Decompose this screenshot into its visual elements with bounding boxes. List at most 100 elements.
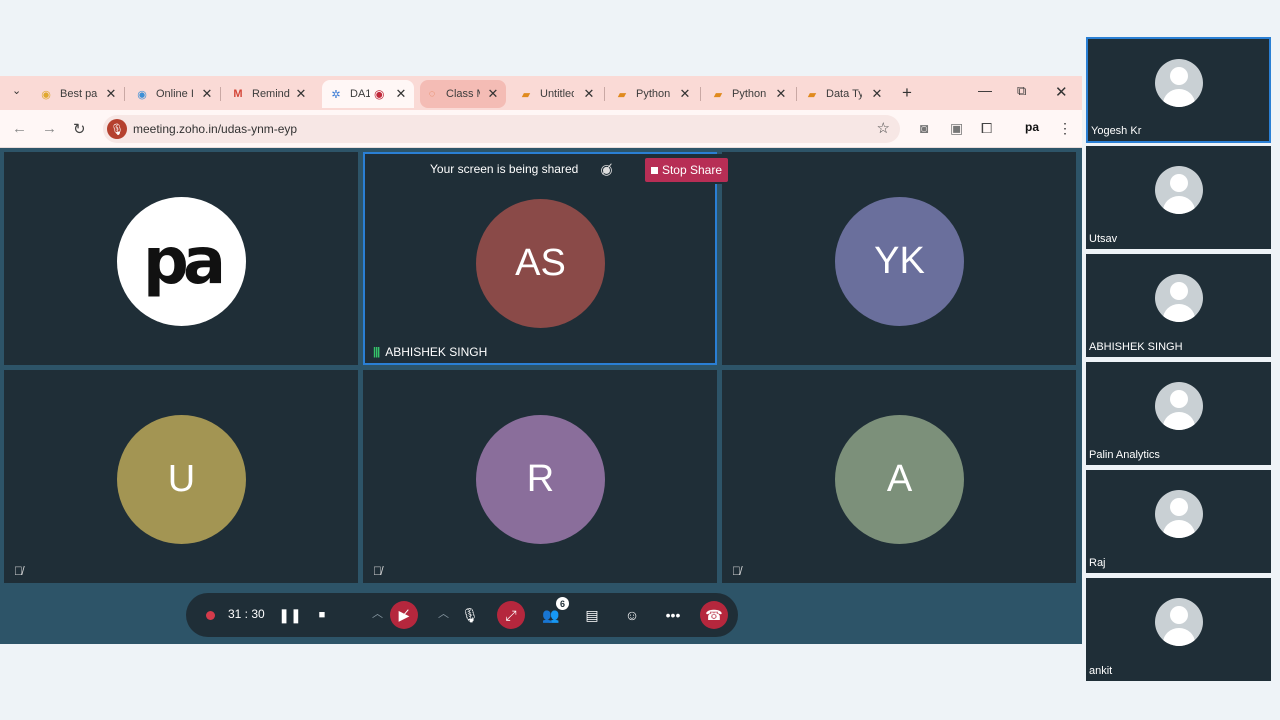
recording-timer: 31 : 30 [228,607,265,621]
leave-call-button[interactable]: ☎ [700,601,728,629]
recording-dot-icon [206,611,215,620]
loading-icon: ◌ [428,88,436,100]
hide-eye-icon[interactable]: ◉̸ [600,161,612,178]
restore-icon[interactable]: ⧉ [1017,83,1026,99]
tab-2[interactable]: ◉ Online I ✕ [136,80,214,108]
close-icon[interactable]: ✕ [582,86,596,102]
tab-title: Online I [156,88,194,100]
close-icon[interactable]: ✕ [870,86,884,102]
microphone-button[interactable]: 🎙 [456,601,484,629]
extensions-icon[interactable]: ⧠ [981,120,992,137]
tab-9[interactable]: ▰ Data Ty ✕ [806,80,884,108]
camera-icon[interactable]: ◙ [920,120,928,136]
tab-5[interactable]: ◌ Class M ✕ [420,80,506,108]
microphone-in-use-icon[interactable]: 🎙 [107,119,127,139]
reactions-button[interactable]: ☺ [618,601,646,629]
tab-search-chevron-icon[interactable]: ⌄ [12,84,21,97]
tab-8[interactable]: ▰ PythonF ✕ [712,80,788,108]
tab-1[interactable]: ◉ Best pa ✕ [40,80,118,108]
participant-name: ABHISHEK SINGH [385,345,488,359]
meeting-control-bar: 31 : 30 ❚❚ ■ ︿ ▶̸ ︿ 🎙 ⤢ 👥 6 ▤ ☺ ••• ☎ [186,593,738,637]
gmail-icon: M [233,88,243,100]
url-text[interactable]: meeting.zoho.in/udas-ynm-eyp [133,122,297,136]
avatar: U [117,415,246,544]
mic-muted-icon: 🎙̸ [373,564,382,578]
notebook-icon: ▰ [617,88,627,101]
tab-6[interactable]: ▰ Untitled ✕ [520,80,596,108]
more-options-button[interactable]: ••• [659,601,687,629]
url-bar[interactable]: 🎙 meeting.zoho.in/udas-ynm-eyp ☆ [103,115,900,143]
sidebar-participant[interactable]: Raj [1086,470,1271,573]
tab-title: Remind [252,88,290,100]
participant-tile-logo[interactable]: pa [4,152,358,365]
close-window-icon[interactable]: ✕ [1055,83,1068,101]
mic-muted-icon: 🎙̸ [14,564,23,578]
participant-name: ankit [1089,665,1113,677]
participant-name: Raj [1089,557,1106,569]
minimize-icon[interactable]: — [978,82,992,98]
participant-name: Utsav [1089,233,1118,245]
close-icon[interactable]: ✕ [486,86,500,102]
reload-icon[interactable]: ↻ [73,120,86,138]
pause-recording-button[interactable]: ❚❚ [276,601,304,629]
colorful-ring-icon: ◉ [137,88,147,101]
sidebar-participant[interactable]: Yogesh Kr [1086,37,1271,143]
sidebar-participant[interactable]: Palin Analytics [1086,362,1271,465]
default-user-avatar-icon [1154,274,1203,322]
tab-divider [124,87,125,101]
address-bar-row: ← → ↻ 🎙 meeting.zoho.in/udas-ynm-eyp ☆ ◙… [0,110,1082,148]
camera-off-button[interactable]: ▶̸ [390,601,418,629]
default-user-avatar-icon [1154,59,1203,107]
tab-title: DA1 [350,88,370,100]
participant-label: ||| ABHISHEK SINGH [373,345,487,359]
participant-name: Yogesh Kr [1091,125,1142,137]
audio-options-chevron-icon[interactable]: ︿ [438,605,449,621]
back-icon[interactable]: ← [12,120,27,137]
video-options-chevron-icon[interactable]: ︿ [372,605,383,621]
notebook-icon: ▰ [713,88,723,101]
stop-share-button[interactable]: Stop Share [644,158,728,182]
tab-divider [700,87,701,101]
tab-divider [604,87,605,101]
menu-kebab-icon[interactable]: ⋮ [1058,120,1072,137]
tab-3[interactable]: M Remind ✕ [232,80,308,108]
default-user-avatar-icon [1154,166,1203,214]
tab-title: Best pa [60,88,98,100]
participants-button[interactable]: 👥 6 [537,597,569,629]
recording-icon: ◉ [374,87,385,101]
sidebar-participant[interactable]: ankit [1086,578,1271,681]
stop-recording-button[interactable]: ■ [308,601,336,629]
stop-share-label: Stop Share [661,163,722,177]
avatar: A [835,415,964,544]
close-icon[interactable]: ✕ [678,86,692,102]
tab-title: PythonF [732,88,766,100]
participant-tile[interactable]: A 🎙̸ [722,370,1076,583]
default-user-avatar-icon [1154,382,1203,430]
tab-7[interactable]: ▰ PythonF ✕ [616,80,692,108]
screen-share-button[interactable]: ⤢ [497,601,525,629]
sidebar-participant[interactable]: ABHISHEK SINGH [1086,254,1271,357]
close-icon[interactable]: ✕ [104,86,118,102]
participant-tile[interactable]: U 🎙̸ [4,370,358,583]
tab-divider [796,87,797,101]
chat-button[interactable]: ▤ [578,601,606,629]
bookmark-star-icon[interactable]: ☆ [877,119,890,137]
new-tab-icon[interactable]: + [902,83,912,103]
screen-share-banner: Your screen is being shared ◉̸ Stop Shar… [420,154,730,184]
meeting-area: pa AS ||| ABHISHEK SINGH YK U 🎙̸ R 🎙̸ A … [0,148,1082,644]
close-icon[interactable]: ✕ [394,86,408,102]
avatar: AS [476,199,605,328]
colorful-ring-icon: ◉ [41,88,51,101]
participant-tile[interactable]: YK [722,152,1076,365]
cast-icon[interactable]: ▣ [950,120,963,137]
sidebar-participant[interactable]: Utsav [1086,146,1271,249]
close-icon[interactable]: ✕ [200,86,214,102]
participant-tile[interactable]: R 🎙̸ [363,370,717,583]
palin-extension-icon[interactable]: pa [1025,120,1039,134]
close-icon[interactable]: ✕ [294,86,308,102]
forward-icon[interactable]: → [42,120,57,137]
close-icon[interactable]: ✕ [774,86,788,102]
stop-square-icon [650,166,658,174]
zoho-meeting-icon: ✲ [331,88,341,101]
tab-4-active[interactable]: ✲ DA1 ◉ ✕ [322,80,414,108]
